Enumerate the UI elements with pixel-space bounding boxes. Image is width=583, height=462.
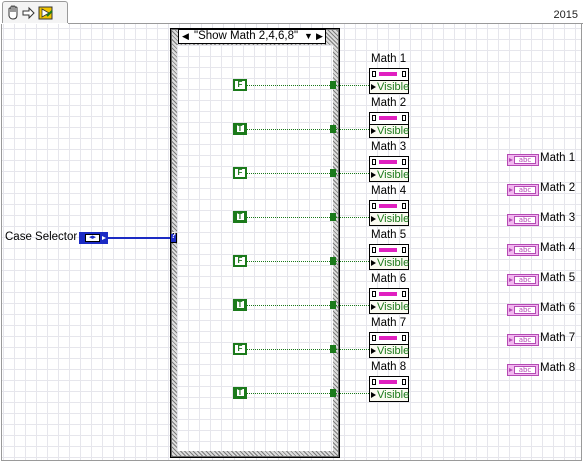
boolean-wire-out[interactable] — [336, 349, 369, 350]
property-node-label: Math 7 — [371, 317, 407, 329]
refnum-icon — [370, 157, 408, 169]
string-indicator-label: Math 7 — [540, 332, 576, 344]
case-selector-terminal[interactable] — [170, 231, 177, 243]
visible-property[interactable]: Visible — [370, 213, 409, 225]
boolean-constant[interactable]: T — [233, 123, 247, 135]
boolean-wire-out[interactable] — [336, 173, 369, 174]
string-indicator-label: Math 5 — [540, 272, 576, 284]
boolean-wire[interactable] — [247, 349, 330, 350]
toolbar: 2015 — [0, 0, 583, 24]
property-node[interactable]: Visible — [369, 244, 409, 270]
vi-icon — [38, 6, 53, 20]
input-arrow-icon — [371, 172, 376, 178]
refnum-icon — [370, 245, 408, 257]
boolean-wire[interactable] — [247, 85, 330, 86]
toolbar-icons — [8, 5, 53, 20]
boolean-wire-out[interactable] — [336, 305, 369, 306]
enum-control-icon[interactable]: ◂▸ — [79, 232, 108, 244]
string-indicator-label: Math 1 — [540, 152, 576, 164]
visible-property[interactable]: Visible — [370, 389, 409, 401]
string-indicator-icon[interactable]: abc — [507, 364, 539, 376]
property-node-label: Math 1 — [371, 53, 407, 65]
string-indicator-icon[interactable]: abc — [507, 184, 539, 196]
case-selector-value: "Show Math 2,4,6,8" — [194, 30, 299, 42]
input-arrow-icon — [371, 216, 376, 222]
arrow-right-icon — [22, 6, 35, 20]
case-structure-body[interactable] — [177, 45, 333, 451]
input-arrow-icon — [371, 348, 376, 354]
string-indicator-label: Math 8 — [540, 362, 576, 374]
enum-wire[interactable] — [108, 237, 172, 239]
boolean-wire[interactable] — [247, 305, 330, 306]
case-selector-control-label: Case Selector — [5, 231, 78, 243]
boolean-constant[interactable]: F — [233, 167, 247, 179]
visible-property[interactable]: Visible — [370, 301, 409, 313]
case-selector-label[interactable]: ◀ "Show Math 2,4,6,8" ▼ ▶ — [178, 29, 326, 44]
decrement-arrow-icon[interactable]: ◀ — [182, 30, 189, 43]
property-node[interactable]: Visible — [369, 200, 409, 226]
refnum-icon — [370, 289, 408, 301]
input-arrow-icon — [371, 260, 376, 266]
dropdown-arrow-icon[interactable]: ▼ — [304, 30, 313, 43]
boolean-wire-out[interactable] — [336, 85, 369, 86]
refnum-icon — [370, 333, 408, 345]
string-indicator-label: Math 4 — [540, 242, 576, 254]
increment-arrow-icon[interactable]: ▶ — [316, 30, 323, 43]
diagram-tab[interactable] — [2, 1, 68, 23]
boolean-constant[interactable]: F — [233, 255, 247, 267]
visible-property[interactable]: Visible — [370, 169, 409, 181]
string-indicator-icon[interactable]: abc — [507, 214, 539, 226]
string-indicator-icon[interactable]: abc — [507, 334, 539, 346]
property-node-label: Math 5 — [371, 229, 407, 241]
property-node[interactable]: Visible — [369, 68, 409, 94]
property-node[interactable]: Visible — [369, 376, 409, 402]
boolean-wire[interactable] — [247, 129, 330, 130]
boolean-wire-out[interactable] — [336, 261, 369, 262]
boolean-wire-out[interactable] — [336, 129, 369, 130]
string-indicator-label: Math 3 — [540, 212, 576, 224]
input-arrow-icon — [371, 128, 376, 134]
visible-property[interactable]: Visible — [370, 81, 409, 93]
boolean-wire[interactable] — [247, 173, 330, 174]
boolean-constant[interactable]: T — [233, 211, 247, 223]
visible-property[interactable]: Visible — [370, 125, 409, 137]
boolean-wire[interactable] — [247, 393, 330, 394]
input-arrow-icon — [371, 304, 376, 310]
input-arrow-icon — [371, 84, 376, 90]
property-node-label: Math 6 — [371, 273, 407, 285]
string-indicator-icon[interactable]: abc — [507, 274, 539, 286]
property-node[interactable]: Visible — [369, 332, 409, 358]
property-node-label: Math 2 — [371, 97, 407, 109]
refnum-icon — [370, 377, 408, 389]
boolean-constant[interactable]: F — [233, 343, 247, 355]
refnum-icon — [370, 201, 408, 213]
boolean-wire-out[interactable] — [336, 217, 369, 218]
version-year: 2015 — [553, 9, 578, 21]
property-node[interactable]: Visible — [369, 112, 409, 138]
string-indicator-icon[interactable]: abc — [507, 304, 539, 316]
string-indicator-icon[interactable]: abc — [507, 154, 539, 166]
boolean-wire[interactable] — [247, 261, 330, 262]
boolean-wire[interactable] — [247, 217, 330, 218]
boolean-constant[interactable]: T — [233, 299, 247, 311]
string-indicator-label: Math 6 — [540, 302, 576, 314]
refnum-icon — [370, 69, 408, 81]
property-node-label: Math 3 — [371, 141, 407, 153]
string-indicator-label: Math 2 — [540, 182, 576, 194]
hand-icon — [8, 5, 18, 20]
string-indicator-icon[interactable]: abc — [507, 244, 539, 256]
property-node-label: Math 4 — [371, 185, 407, 197]
boolean-constant[interactable]: F — [233, 79, 247, 91]
boolean-wire-out[interactable] — [336, 393, 369, 394]
visible-property[interactable]: Visible — [370, 257, 409, 269]
visible-property[interactable]: Visible — [370, 345, 409, 357]
property-node-label: Math 8 — [371, 361, 407, 373]
property-node[interactable]: Visible — [369, 156, 409, 182]
boolean-constant[interactable]: T — [233, 387, 247, 399]
refnum-icon — [370, 113, 408, 125]
input-arrow-icon — [371, 392, 376, 398]
property-node[interactable]: Visible — [369, 288, 409, 314]
